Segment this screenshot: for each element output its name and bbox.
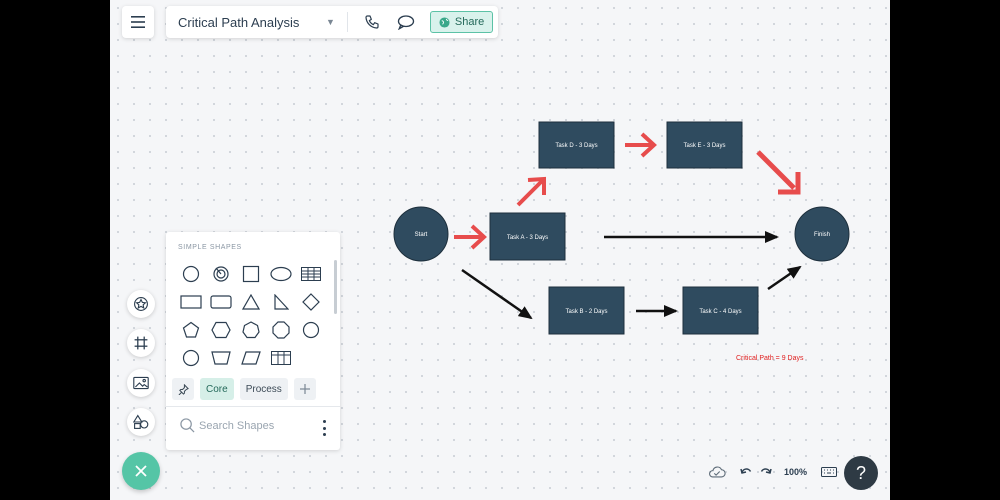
phone-icon xyxy=(365,15,379,29)
shape-triangle[interactable] xyxy=(236,288,266,316)
shape-right-triangle[interactable] xyxy=(266,288,296,316)
shapes-star-icon xyxy=(134,297,148,311)
shape-circle-alt[interactable] xyxy=(176,344,206,372)
svg-text:Finish: Finish xyxy=(814,232,830,238)
shape-octagon[interactable] xyxy=(266,316,296,344)
shape-parallelogram[interactable] xyxy=(236,344,266,372)
shape-diamond[interactable] xyxy=(296,288,326,316)
shape-table[interactable] xyxy=(296,260,326,288)
critical-arrow-start-a[interactable] xyxy=(454,224,487,250)
pin-icon xyxy=(178,383,189,395)
canvas-area[interactable]: Start Task A - 3 Days Task D - 3 Days Ta… xyxy=(110,0,890,500)
shape-rectangle[interactable] xyxy=(176,288,206,316)
shape-pentagon[interactable] xyxy=(176,316,206,344)
redo-button[interactable] xyxy=(760,467,772,477)
image-icon xyxy=(133,376,149,390)
node-finish[interactable]: Finish xyxy=(794,206,850,262)
critical-arrow-d-e[interactable] xyxy=(625,132,657,158)
more-options-button[interactable] xyxy=(320,420,328,436)
hamburger-icon xyxy=(131,16,145,28)
arrow-a-b[interactable] xyxy=(461,268,533,320)
tab-core[interactable]: Core xyxy=(200,378,234,400)
shapes-icon xyxy=(133,414,149,429)
comment-button[interactable] xyxy=(394,10,418,34)
chat-bubble-icon xyxy=(397,15,415,30)
panel-scrollbar[interactable] xyxy=(334,260,337,314)
node-task-c[interactable]: Task C - 4 Days xyxy=(682,286,759,335)
shape-square[interactable] xyxy=(236,260,266,288)
share-label: Share xyxy=(454,16,485,28)
svg-text:Start: Start xyxy=(415,232,428,238)
shape-grid-table[interactable] xyxy=(266,344,296,372)
bottom-toolbar: 100% xyxy=(708,462,845,482)
close-icon xyxy=(135,465,147,477)
frame-grid-icon xyxy=(134,336,148,350)
tab-process[interactable]: Process xyxy=(239,378,288,400)
chevron-down-icon[interactable]: ▼ xyxy=(326,17,335,27)
shape-trapezoid[interactable] xyxy=(206,344,236,372)
shapes-tool-button[interactable] xyxy=(127,408,155,436)
shape-rounded-rectangle[interactable] xyxy=(206,288,236,316)
shape-grid xyxy=(176,260,326,372)
undo-button[interactable] xyxy=(740,467,752,477)
cloud-icon xyxy=(709,466,726,478)
node-task-b[interactable]: Task B - 2 Days xyxy=(548,286,625,335)
svg-text:Task E - 3 Days: Task E - 3 Days xyxy=(683,143,725,149)
tab-pinned[interactable] xyxy=(172,378,194,400)
call-button[interactable] xyxy=(360,10,384,34)
add-library-button[interactable] xyxy=(293,378,316,400)
shape-heptagon[interactable] xyxy=(236,316,266,344)
node-task-d[interactable]: Task D - 3 Days xyxy=(538,121,615,169)
shape-decagon[interactable] xyxy=(296,316,326,344)
shape-ring[interactable] xyxy=(206,260,236,288)
svg-text:Task C - 4 Days: Task C - 4 Days xyxy=(699,309,741,315)
shapes-panel: SIMPLE SHAPES Core Process Search Shapes xyxy=(166,232,340,450)
library-tabs: Core Process xyxy=(172,378,322,400)
search-icon xyxy=(180,418,195,433)
shapes-library-button[interactable] xyxy=(127,290,155,318)
document-title[interactable]: Critical Path Analysis xyxy=(178,15,318,30)
panel-divider xyxy=(166,406,340,407)
svg-text:Task A - 3 Days: Task A - 3 Days xyxy=(507,235,548,241)
plus-icon xyxy=(299,384,310,394)
shape-circle[interactable] xyxy=(176,260,206,288)
critical-arrow-e-finish[interactable] xyxy=(756,150,801,195)
shape-search xyxy=(180,418,309,433)
close-fab-button[interactable] xyxy=(122,452,160,490)
cloud-sync-button[interactable] xyxy=(708,466,726,478)
keyboard-shortcuts-button[interactable] xyxy=(821,467,838,477)
dot-icon xyxy=(322,420,326,423)
menu-button[interactable] xyxy=(122,6,154,38)
dot-icon xyxy=(322,426,326,430)
share-button[interactable]: Share xyxy=(429,11,494,33)
search-input[interactable] xyxy=(199,419,309,432)
image-tool-button[interactable] xyxy=(127,369,155,397)
redo-icon xyxy=(760,468,772,474)
critical-path-note: Critical Path = 9 Days xyxy=(736,355,804,362)
shape-ellipse[interactable] xyxy=(266,260,296,288)
svg-text:Task D - 3 Days: Task D - 3 Days xyxy=(555,143,597,149)
undo-icon xyxy=(740,468,752,474)
svg-text:Task B - 2 Days: Task B - 2 Days xyxy=(565,309,607,315)
keyboard-icon xyxy=(821,467,838,477)
critical-arrow-a-d[interactable] xyxy=(516,176,546,207)
dot-icon xyxy=(322,433,326,436)
node-start[interactable]: Start xyxy=(393,206,449,262)
shape-hexagon[interactable] xyxy=(206,316,236,344)
zoom-level[interactable]: 100% xyxy=(784,467,807,477)
frame-tool-button[interactable] xyxy=(127,329,155,357)
arrow-c-finish[interactable] xyxy=(767,265,802,291)
node-task-a[interactable]: Task A - 3 Days xyxy=(489,212,566,261)
toolbar-divider xyxy=(346,12,348,32)
node-task-e[interactable]: Task E - 3 Days xyxy=(666,121,743,169)
globe-icon xyxy=(439,16,450,28)
help-button[interactable]: ? xyxy=(844,456,878,490)
panel-heading: SIMPLE SHAPES xyxy=(178,244,242,251)
top-toolbar: Critical Path Analysis ▼ Share xyxy=(166,6,498,38)
